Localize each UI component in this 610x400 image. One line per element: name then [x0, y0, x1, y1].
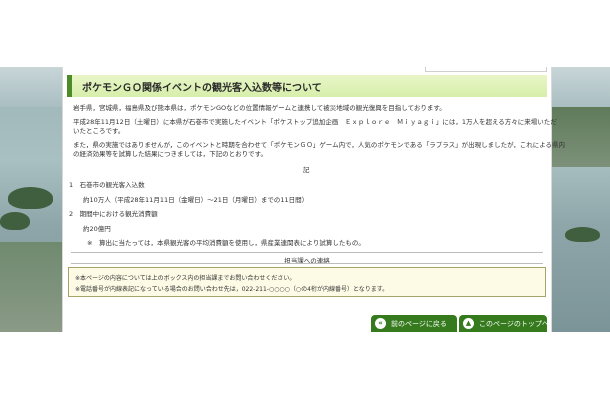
page-title: ポケモンＧＯ関係イベントの観光客入込数等について	[82, 83, 322, 94]
contact-note-line2: ※電話番号が内線表記になっている場合のお問い合わせ先は，022-211-○○○○…	[75, 286, 389, 293]
up-arrow-icon: ▲	[463, 318, 474, 329]
paragraph-event: 平成28年11月12日（土曜日）に本県が石巻市で実施したイベント「ポケストップ追…	[73, 118, 557, 126]
main-content-panel: ポケモンＧＯ関係イベントの観光客入込数等について 岩手県，宮城県，福島県及び熊本…	[62, 67, 565, 332]
top-box	[425, 67, 547, 72]
left-arrow-icon: «	[375, 318, 386, 329]
contact-note-box: ※本ページの内容については上のボックス内の担当課までお問い合わせください。 ※電…	[68, 267, 546, 297]
background-shore-left	[0, 242, 70, 332]
ki-label: 記	[303, 166, 310, 174]
section1-value: 約10万人（平成28年11月11日（金曜日）～21日（月曜日）までの11日間）	[83, 196, 309, 204]
background-island	[0, 212, 30, 230]
page-heading: ポケモンＧＯ関係イベントの観光客入込数等について	[67, 75, 547, 97]
back-button-label: 前のページに戻る	[391, 320, 447, 328]
back-button[interactable]: « 前のページに戻る	[371, 315, 457, 332]
paragraph-lapras-cont: の経済効果等を試算した結果につきましては，下記のとおりです。	[73, 150, 268, 158]
section2-title: 2 期間中における観光消費額	[69, 210, 158, 218]
section2-value: 約20億円	[83, 225, 111, 233]
paragraph-intro: 岩手県，宮城県，福島県及び熊本県は，ポケモンGOなどの位置情報ゲームと連携して被…	[73, 104, 446, 112]
page-top-button[interactable]: ▲ このページのトップへ	[459, 315, 549, 332]
divider	[71, 252, 543, 253]
background-island	[565, 227, 600, 242]
calculation-note: ※ 算出に当たっては，本県観光客の平均消費額を使用し，県産業連関表により試算した…	[87, 239, 365, 247]
background-shore-right	[548, 107, 610, 167]
contact-note-line1: ※本ページの内容については上のボックス内の担当課までお問い合わせください。	[75, 275, 296, 282]
section1-title: 1 石巻市の観光客入込数	[69, 181, 145, 189]
paragraph-event-cont: いたところです。	[73, 127, 125, 135]
page-top-button-label: このページのトップへ	[479, 320, 549, 328]
background-island	[8, 187, 53, 209]
divider	[71, 263, 543, 264]
paragraph-lapras: また，県の実施ではありませんが，このイベントと時期を合わせて「ポケモンＧＯ」ゲー…	[73, 141, 566, 149]
